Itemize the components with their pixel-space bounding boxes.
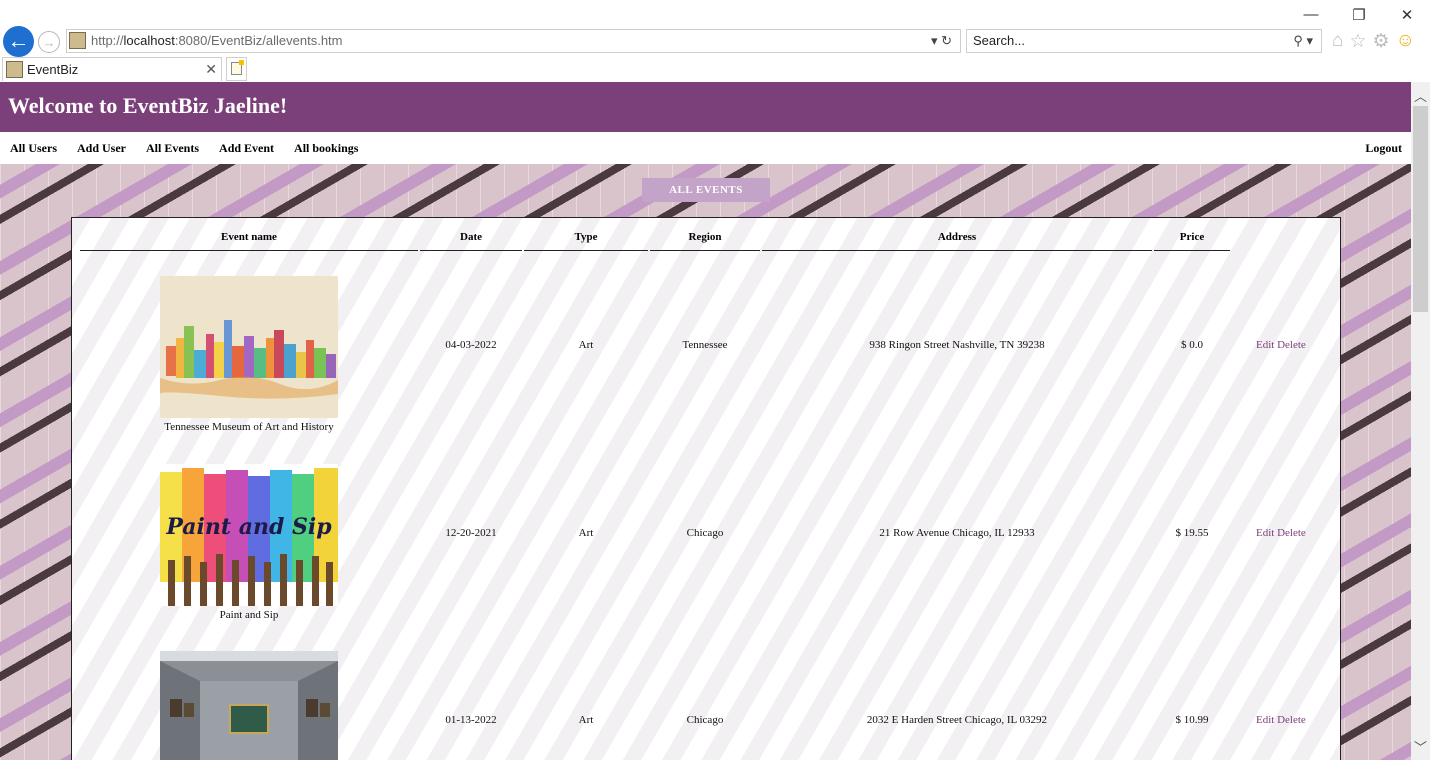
welcome-banner: Welcome to EventBiz Jaeline!: [0, 82, 1411, 132]
scroll-up-icon[interactable]: ︿: [1411, 86, 1430, 105]
window-controls: — ❐ ✕: [1302, 6, 1416, 24]
tab-close-icon[interactable]: ✕: [205, 58, 217, 81]
forward-button[interactable]: →: [38, 31, 60, 53]
search-input[interactable]: Search... ⚲ ▾: [966, 29, 1322, 53]
header-divider: [650, 250, 760, 251]
event-region: Tennessee: [682, 339, 728, 351]
close-icon[interactable]: ✕: [1398, 6, 1416, 24]
edit-link[interactable]: Edit: [1256, 527, 1274, 539]
minimize-icon[interactable]: —: [1302, 6, 1320, 24]
nav-all-users[interactable]: All Users: [10, 141, 57, 156]
row-actions: Edit Delete: [1256, 527, 1306, 539]
refresh-icon[interactable]: ▾ ↻: [931, 30, 952, 52]
new-tab-icon: [231, 60, 244, 75]
event-date: 04-03-2022: [445, 339, 497, 351]
event-type: Art: [578, 527, 594, 539]
row-actions: Edit Delete: [1256, 714, 1306, 726]
address-url: http://localhost:8080/EventBiz/allevents…: [91, 33, 343, 48]
header-type: Type: [574, 231, 598, 243]
nav-all-events[interactable]: All Events: [146, 141, 199, 156]
event-type: Art: [578, 714, 594, 726]
event-price: $ 10.99: [1175, 714, 1209, 726]
event-address: 2032 E Harden Street Chicago, IL 03292: [866, 714, 1048, 726]
event-type: Art: [578, 339, 594, 351]
edit-link[interactable]: Edit: [1256, 339, 1274, 351]
site-favicon-icon: [69, 32, 86, 49]
favorites-star-icon[interactable]: ☆: [1349, 30, 1366, 53]
event-image-skyline: [160, 276, 338, 418]
delete-link[interactable]: Delete: [1277, 527, 1306, 539]
event-name-caption: Tennessee Museum of Art and History: [164, 421, 334, 433]
event-address: 21 Row Avenue Chicago, IL 12933: [879, 527, 1035, 539]
header-divider: [1154, 250, 1230, 251]
event-date: 12-20-2021: [445, 527, 497, 539]
tab-favicon-icon: [6, 61, 23, 78]
nav-add-user[interactable]: Add User: [77, 141, 126, 156]
logout-link[interactable]: Logout: [1365, 141, 1402, 156]
delete-link[interactable]: Delete: [1277, 339, 1306, 351]
event-region: Chicago: [686, 714, 724, 726]
header-divider: [420, 250, 522, 251]
browser-tab[interactable]: EventBiz ✕: [2, 57, 222, 81]
all-events-button[interactable]: ALL EVENTS: [642, 178, 770, 202]
feedback-smiley-icon[interactable]: ☺: [1396, 30, 1415, 53]
delete-link[interactable]: Delete: [1277, 714, 1306, 726]
events-table: Event name Date Type Region Address Pric…: [71, 217, 1341, 760]
scroll-thumb[interactable]: [1413, 106, 1428, 312]
event-price: $ 0.0: [1181, 339, 1203, 351]
restore-icon[interactable]: ❐: [1350, 6, 1368, 24]
header-price: Price: [1179, 231, 1205, 243]
event-image-gallery-room: [160, 651, 338, 760]
header-divider: [524, 250, 648, 251]
header-divider: [80, 250, 418, 251]
event-address: 938 Ringon Street Nashville, TN 39238: [869, 339, 1045, 351]
header-event-name: Event name: [221, 231, 277, 243]
header-divider: [762, 250, 1152, 251]
nav-all-bookings[interactable]: All bookings: [294, 141, 358, 156]
paint-and-sip-image-text: Paint and Sip: [165, 514, 332, 540]
event-price: $ 19.55: [1175, 527, 1209, 539]
header-address: Address: [937, 231, 977, 243]
event-image-paint-brushes: Paint and Sip: [160, 464, 338, 606]
vertical-scrollbar[interactable]: ︿ ﹀: [1411, 82, 1430, 760]
top-nav: All Users Add User All Events Add Event …: [0, 132, 1411, 164]
header-region: Region: [688, 231, 722, 243]
home-icon[interactable]: ⌂: [1332, 30, 1343, 53]
event-name-caption: Paint and Sip: [219, 609, 279, 621]
nav-add-event[interactable]: Add Event: [219, 141, 274, 156]
search-icon[interactable]: ⚲ ▾: [1293, 30, 1313, 52]
scroll-down-icon[interactable]: ﹀: [1411, 737, 1430, 756]
new-tab-button[interactable]: [226, 57, 247, 81]
tab-title: EventBiz: [27, 62, 79, 77]
header-date: Date: [460, 231, 482, 243]
event-region: Chicago: [686, 527, 724, 539]
back-button[interactable]: ←: [3, 26, 34, 57]
address-bar[interactable]: http://localhost:8080/EventBiz/allevents…: [66, 29, 961, 53]
settings-gear-icon[interactable]: ⚙: [1373, 30, 1390, 53]
web-page: Welcome to EventBiz Jaeline! All Users A…: [0, 82, 1411, 760]
browser-toolbar: ⌂ ☆ ⚙ ☺: [1332, 30, 1415, 53]
event-date: 01-13-2022: [445, 714, 497, 726]
row-actions: Edit Delete: [1256, 339, 1306, 351]
edit-link[interactable]: Edit: [1256, 714, 1274, 726]
